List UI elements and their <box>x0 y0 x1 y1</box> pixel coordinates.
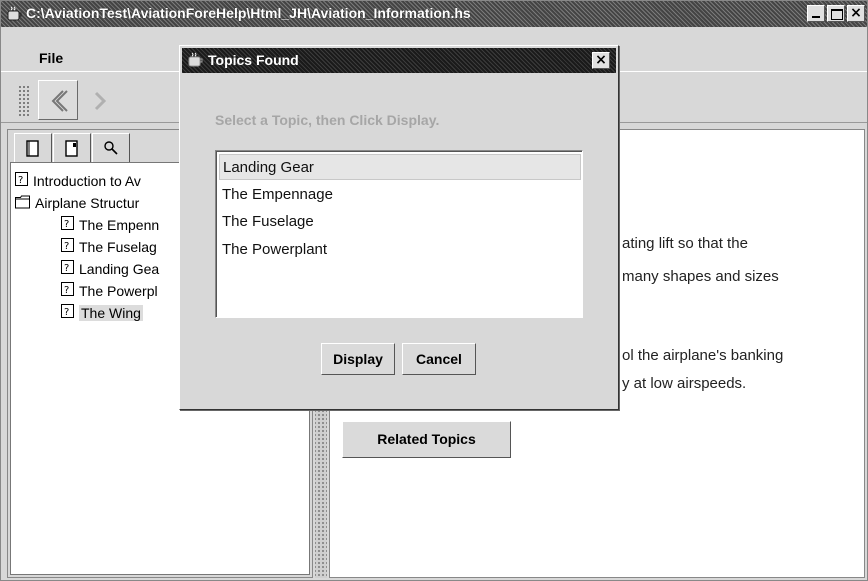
content-text-line: y at low airspeeds. <box>622 375 747 392</box>
back-arrow-icon <box>51 90 68 112</box>
tree-item-powerplant[interactable]: ? The Powerpl <box>61 281 158 303</box>
content-text-line: many shapes and sizes <box>622 268 779 285</box>
list-item[interactable]: The Empennage <box>219 182 581 208</box>
forward-button[interactable] <box>81 80 121 120</box>
tree-item-fuselage[interactable]: ? The Fuselag <box>61 237 157 259</box>
navigator-tabs <box>14 133 131 163</box>
content-text-line: ating lift so that the <box>622 235 748 252</box>
window-titlebar[interactable]: C:\AviationTest\AviationForeHelp\Html_JH… <box>1 1 867 27</box>
search-icon <box>104 141 118 155</box>
back-button[interactable] <box>38 80 78 120</box>
content-text-line: ol the airplane's banking <box>622 347 784 364</box>
help-page-icon: ? <box>61 216 75 236</box>
tree-item-landing-gear[interactable]: ? Landing Gea <box>61 259 159 281</box>
dialog-titlebar[interactable]: Topics Found × <box>182 48 616 73</box>
forward-arrow-icon <box>94 91 107 111</box>
help-page-icon: ? <box>61 238 75 258</box>
window-title: C:\AviationTest\AviationForeHelp\Html_JH… <box>26 5 471 21</box>
tab-index[interactable] <box>53 133 91 163</box>
tree-item-airplane-structure[interactable]: Airplane Structur <box>15 193 139 215</box>
help-page-icon: ? <box>61 260 75 280</box>
svg-text:?: ? <box>64 241 69 252</box>
help-page-icon: ? <box>61 282 75 302</box>
dialog-title: Topics Found <box>208 52 299 68</box>
tree-item-empennage[interactable]: ? The Empenn <box>61 215 159 237</box>
list-item-selected[interactable]: Landing Gear <box>219 154 581 180</box>
folder-icon <box>15 194 31 214</box>
list-item[interactable]: The Fuselage <box>219 209 581 235</box>
tree-item-introduction[interactable]: ? Introduction to Av <box>15 171 141 193</box>
help-page-icon: ? <box>15 172 29 192</box>
menu-file[interactable]: File <box>39 50 63 66</box>
tree-item-wing[interactable]: ? The Wing <box>61 303 143 325</box>
minimize-button[interactable] <box>807 5 825 22</box>
svg-text:?: ? <box>64 285 69 296</box>
cancel-button[interactable]: Cancel <box>402 343 476 375</box>
java-cup-icon <box>188 52 204 72</box>
dialog-prompt: Select a Topic, then Click Display. <box>215 112 440 128</box>
svg-text:?: ? <box>64 263 69 274</box>
toolbar-grip[interactable] <box>18 85 30 117</box>
svg-text:?: ? <box>64 307 69 318</box>
close-window-button[interactable]: × <box>847 5 865 22</box>
svg-text:?: ? <box>64 219 69 230</box>
list-item[interactable]: The Powerplant <box>219 237 581 263</box>
related-topics-button[interactable]: Related Topics <box>342 421 511 458</box>
help-page-icon: ? <box>61 304 75 324</box>
display-button[interactable]: Display <box>321 343 395 375</box>
maximize-button[interactable] <box>827 5 845 22</box>
tab-search[interactable] <box>92 133 130 163</box>
topics-found-dialog: Topics Found × Select a Topic, then Clic… <box>179 45 619 410</box>
topics-list[interactable]: Landing Gear The Empennage The Fuselage … <box>215 150 583 318</box>
svg-text:?: ? <box>18 175 23 186</box>
book-icon <box>26 140 39 157</box>
java-cup-icon <box>7 6 23 22</box>
dialog-close-button[interactable]: × <box>592 52 610 69</box>
tab-contents[interactable] <box>14 133 52 163</box>
index-icon <box>65 140 78 157</box>
